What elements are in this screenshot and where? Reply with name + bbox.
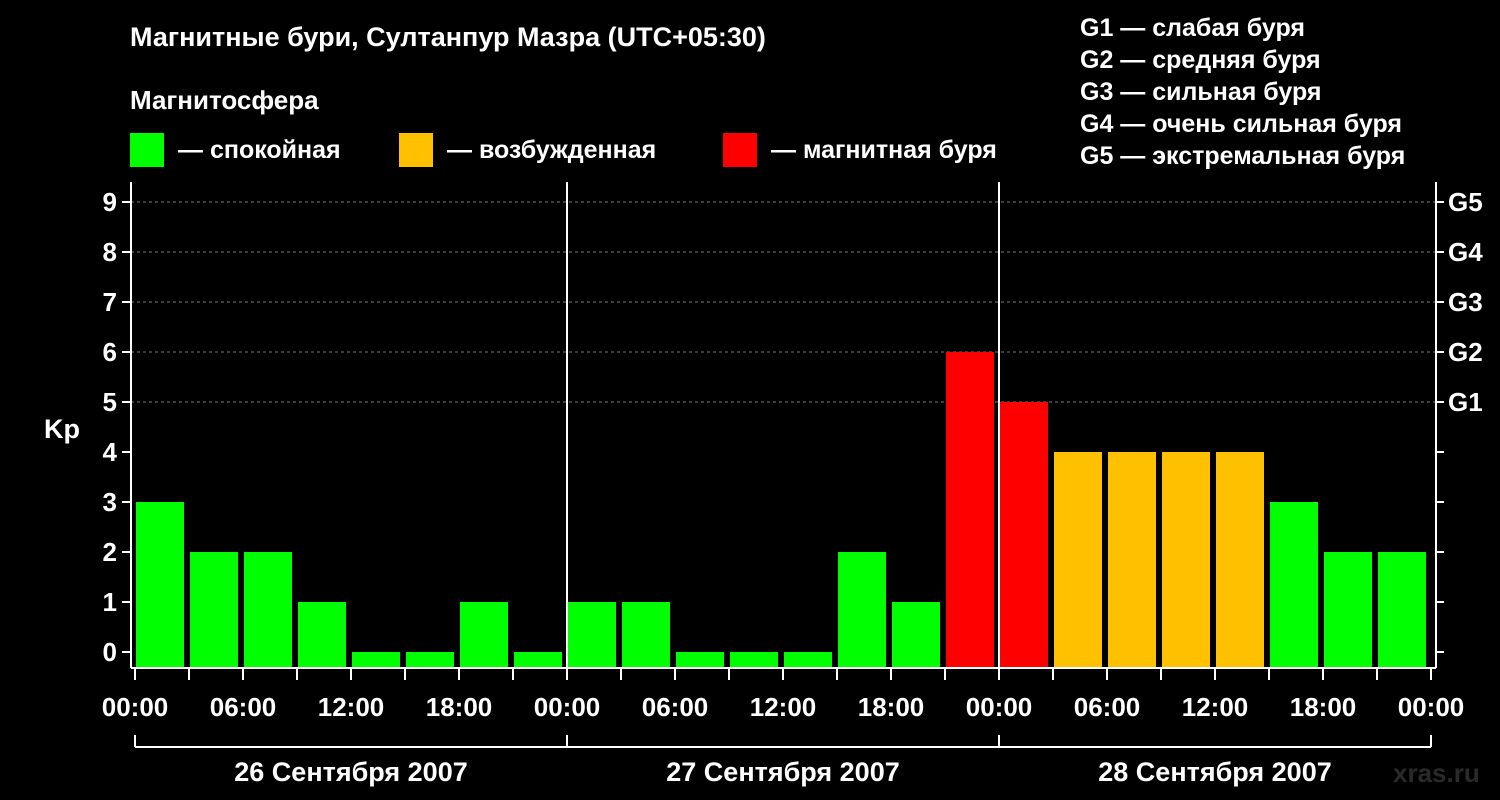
kp-bar xyxy=(892,602,940,667)
y-tick-label: 4 xyxy=(103,437,118,467)
kp-bar xyxy=(838,552,886,667)
kp-bar xyxy=(676,652,724,667)
kp-bar xyxy=(514,652,562,667)
kp-bar xyxy=(1054,452,1102,667)
y-tick-label: 3 xyxy=(103,487,117,517)
day-label: 27 Сентября 2007 xyxy=(666,757,899,787)
x-tick-label: 00:00 xyxy=(102,692,169,722)
day-label: 26 Сентября 2007 xyxy=(234,757,467,787)
y-tick-label: 0 xyxy=(103,637,117,667)
x-tick-label: 12:00 xyxy=(750,692,817,722)
kp-bar xyxy=(1270,502,1318,667)
x-tick-label: 00:00 xyxy=(1398,692,1465,722)
kp-bar xyxy=(352,652,400,667)
x-tick-label: 06:00 xyxy=(1074,692,1141,722)
x-tick-label: 06:00 xyxy=(642,692,709,722)
kp-bar xyxy=(1162,452,1210,667)
kp-bar xyxy=(406,652,454,667)
kp-bar xyxy=(1108,452,1156,667)
x-tick-label: 12:00 xyxy=(318,692,385,722)
kp-bar xyxy=(244,552,292,667)
x-tick-label: 06:00 xyxy=(210,692,277,722)
kp-bar-chart: 0 1 2 3 4 5 6 7 8 9 G1 G2 G3 G4 G5 Kp 00:00 06:00 12:00 18:… xyxy=(44,182,1483,787)
y-tick-label: 6 xyxy=(103,337,117,367)
y-tick-label: 5 xyxy=(103,387,117,417)
kp-bar xyxy=(190,552,238,667)
y-tick-label: 8 xyxy=(103,237,117,267)
kp-bar xyxy=(136,502,184,667)
day-label: 28 Сентября 2007 xyxy=(1098,757,1331,787)
kp-bar xyxy=(298,602,346,667)
g-scale-label: G3 xyxy=(1448,287,1483,317)
g-scale-label: G4 xyxy=(1448,237,1483,267)
kp-bar xyxy=(730,652,778,667)
kp-bar xyxy=(1216,452,1264,667)
x-tick-label: 00:00 xyxy=(534,692,601,722)
x-tick-label: 00:00 xyxy=(966,692,1033,722)
kp-bar xyxy=(1324,552,1372,667)
kp-bar xyxy=(1000,402,1048,667)
x-tick-label: 12:00 xyxy=(1182,692,1249,722)
y-tick-label: 1 xyxy=(103,587,117,617)
y-tick-label: 2 xyxy=(103,537,117,567)
g-scale-label: G1 xyxy=(1448,387,1483,417)
g-scale-label: G2 xyxy=(1448,337,1483,367)
kp-bar xyxy=(568,602,616,667)
kp-bar xyxy=(946,352,994,667)
kp-bar xyxy=(1378,552,1426,667)
y-axis-label: Kp xyxy=(44,414,80,444)
watermark: xras.ru xyxy=(1393,758,1480,788)
kp-bar xyxy=(784,652,832,667)
y-tick-label: 9 xyxy=(103,187,117,217)
x-tick-label: 18:00 xyxy=(1290,692,1357,722)
x-tick-label: 18:00 xyxy=(858,692,925,722)
g-scale-label: G5 xyxy=(1448,187,1483,217)
x-tick-label: 18:00 xyxy=(426,692,493,722)
y-tick-label: 7 xyxy=(103,287,117,317)
kp-bar xyxy=(460,602,508,667)
kp-bar xyxy=(622,602,670,667)
